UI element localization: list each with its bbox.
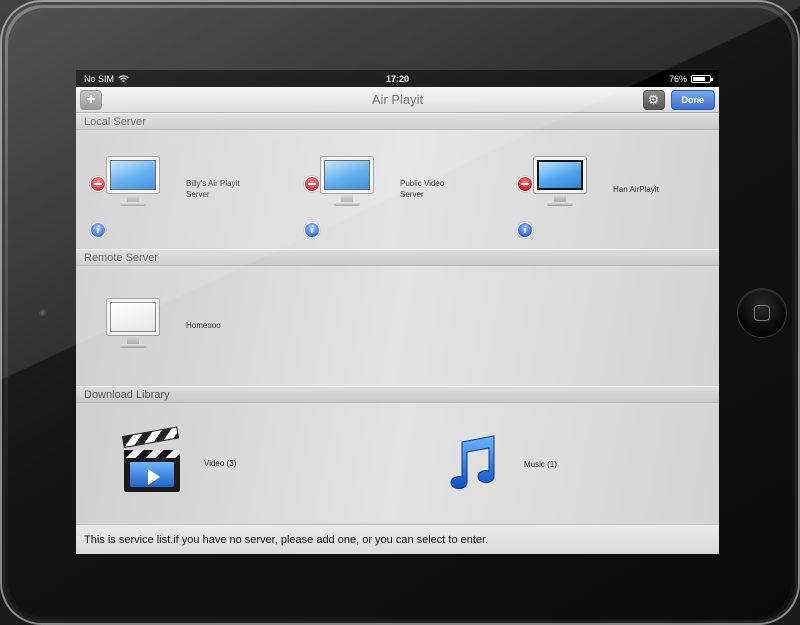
library-item-music[interactable]: Music (1) xyxy=(442,434,557,494)
section-header-local: Local Server xyxy=(76,113,719,130)
battery-percent: 76% xyxy=(668,73,687,84)
remove-server-icon[interactable] xyxy=(90,176,106,192)
help-footer: This is service list.if you have no serv… xyxy=(76,524,719,554)
monitor-icon xyxy=(106,156,160,208)
library-item-video[interactable]: Video (3) xyxy=(121,426,237,492)
monitor-icon xyxy=(533,156,587,208)
section-header-remote: Remote Server xyxy=(76,249,719,266)
remove-server-icon[interactable] xyxy=(304,176,320,192)
app-screen: No SIM 17:20 76% + Air Playit ⚙ Done Loc… xyxy=(76,70,719,554)
info-icon[interactable]: i xyxy=(90,222,106,238)
clock: 17:20 xyxy=(385,73,410,84)
add-server-button[interactable]: + xyxy=(80,89,102,110)
carrier-label: No SIM xyxy=(84,73,115,84)
local-server-item[interactable]: Public Video Server i xyxy=(290,138,490,238)
wifi-icon xyxy=(118,74,129,82)
status-bar: No SIM 17:20 76% xyxy=(76,70,719,87)
download-library: Video (3) Music (1) xyxy=(76,403,719,523)
local-server-list: Billy's Air Playit Server i Public Video… xyxy=(76,130,719,249)
page-title: Air Playit xyxy=(371,92,424,107)
local-server-item[interactable]: Billy's Air Playit Server i xyxy=(76,138,276,238)
server-name: Billy's Air Playit Server xyxy=(186,178,276,200)
music-note-icon xyxy=(450,435,495,490)
library-label-video: Video (3) xyxy=(204,458,237,468)
server-name-line1: Han AirPlayit xyxy=(613,185,659,194)
server-name: Homeooo xyxy=(186,321,221,330)
info-icon[interactable]: i xyxy=(517,222,533,238)
info-icon[interactable]: i xyxy=(304,222,320,238)
clapperboard-icon xyxy=(121,426,182,492)
local-server-item[interactable]: Han AirPlayit i xyxy=(503,138,703,238)
front-camera xyxy=(39,309,48,318)
battery-fill xyxy=(693,76,706,81)
remote-server-list: Homeooo xyxy=(76,266,719,386)
battery-icon xyxy=(691,74,713,83)
settings-button[interactable]: ⚙ xyxy=(642,89,665,110)
home-button[interactable] xyxy=(738,289,786,337)
gear-icon: ⚙ xyxy=(647,91,660,107)
done-button[interactable]: Done xyxy=(670,89,715,110)
monitor-icon xyxy=(106,298,160,350)
home-button-icon xyxy=(754,305,770,321)
server-name-line1: Public Video xyxy=(400,179,445,188)
server-name-line2: Server xyxy=(400,190,424,199)
section-header-download: Download Library xyxy=(76,386,719,403)
remove-server-icon[interactable] xyxy=(517,176,533,192)
server-name: Public Video Server xyxy=(400,178,490,200)
server-name-line2: Server xyxy=(186,190,210,199)
library-label-music: Music (1) xyxy=(524,459,557,469)
remote-server-item[interactable]: Homeooo xyxy=(76,276,276,376)
server-name-line1: Billy's Air Playit xyxy=(186,179,240,188)
server-name: Han AirPlayit xyxy=(613,184,703,195)
monitor-icon xyxy=(320,156,374,208)
navigation-bar: + Air Playit ⚙ Done xyxy=(76,87,719,113)
